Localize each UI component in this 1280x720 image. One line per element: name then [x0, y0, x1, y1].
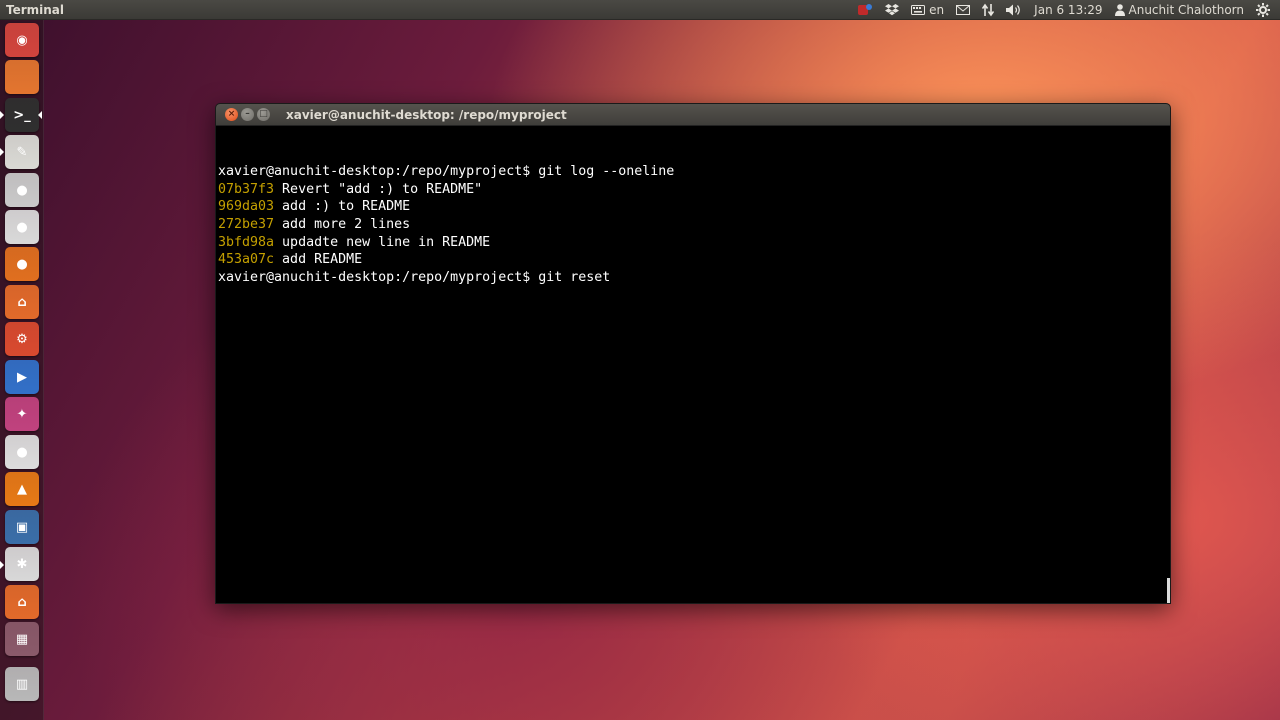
line-text: add README: [274, 252, 363, 268]
launcher-dvd[interactable]: ●: [5, 435, 39, 469]
user-name: Anuchit Chalothorn: [1128, 2, 1244, 17]
chrome-icon: ●: [16, 219, 28, 235]
running-indicator: [0, 561, 4, 569]
terminal-line: xavier@anuchit-desktop:/repo/myproject$ …: [218, 269, 1170, 287]
launcher-terminal[interactable]: >_: [5, 98, 39, 132]
line-text: updadte new line in README: [274, 234, 491, 250]
user-menu[interactable]: Anuchit Chalothorn: [1109, 0, 1250, 20]
mail-icon[interactable]: [950, 0, 976, 20]
keyboard-layout-label: en: [929, 2, 945, 17]
launcher-software-center[interactable]: ⌂: [5, 285, 39, 319]
line-text: xavier@anuchit-desktop:/repo/myproject$ …: [218, 164, 675, 180]
session-gear-icon[interactable]: [1250, 0, 1276, 20]
keyboard-icon: [911, 4, 926, 15]
dash-icon: ◉: [16, 32, 28, 48]
window-titlebar[interactable]: × – □ xavier@anuchit-desktop: /repo/mypr…: [216, 104, 1170, 126]
commit-hash: 3bfd98a: [218, 234, 275, 250]
terminal-line: 3bfd98a updadte new line in README: [218, 234, 1170, 252]
terminal-line: 07b37f3 Revert "add :) to README": [218, 181, 1170, 199]
terminal-output[interactable]: xavier@anuchit-desktop:/repo/myproject$ …: [216, 126, 1170, 603]
launcher-text-editor[interactable]: ✎: [5, 135, 39, 169]
text-editor-icon: ✎: [16, 144, 28, 160]
keyboard-layout-indicator[interactable]: en: [905, 0, 950, 20]
vlc-icon: ▲: [17, 481, 27, 497]
terminal-line: xavier@anuchit-desktop:/repo/myproject$ …: [218, 163, 1170, 181]
terminal-line: 272be37 add more 2 lines: [218, 216, 1170, 234]
disc-icon: ●: [16, 182, 28, 198]
home-folder-icon: ⌂: [17, 594, 27, 610]
line-text: add more 2 lines: [274, 216, 411, 232]
dropbox-icon[interactable]: [879, 0, 905, 20]
launcher: ◉ >_ ✎ ● ● ● ⌂ ⚙ ▶ ✦ ● ▲ ▣ ✱ ⌂ ▦ ▥: [0, 20, 44, 720]
launcher-firefox[interactable]: ●: [5, 247, 39, 281]
top-panel: Terminal en Jan 6 13:29 Anuchit Chalotho…: [0, 0, 1280, 20]
network-icon[interactable]: [976, 0, 1000, 20]
commit-hash: 07b37f3: [218, 181, 275, 197]
launcher-chrome[interactable]: ●: [5, 210, 39, 244]
launcher-files[interactable]: [5, 60, 39, 94]
running-indicator: [0, 148, 4, 156]
launcher-disc[interactable]: ●: [5, 173, 39, 207]
clock[interactable]: Jan 6 13:29: [1028, 0, 1108, 20]
launcher-network-tool[interactable]: ✱: [5, 547, 39, 581]
minimize-button[interactable]: –: [241, 108, 254, 121]
focused-indicator: [38, 111, 42, 119]
terminal-window[interactable]: × – □ xavier@anuchit-desktop: /repo/mypr…: [215, 103, 1171, 604]
remote-app-icon: ✦: [16, 406, 28, 422]
launcher-vlc[interactable]: ▲: [5, 472, 39, 506]
launcher-dash[interactable]: ◉: [5, 23, 39, 57]
scrollbar-thumb[interactable]: [1167, 578, 1170, 603]
dvd-icon: ●: [16, 444, 28, 460]
workspaces-icon: ▦: [15, 631, 29, 647]
launcher-home-folder[interactable]: ⌂: [5, 585, 39, 619]
commit-hash: 453a07c: [218, 252, 275, 268]
files-icon: [11, 66, 33, 88]
launcher-trash[interactable]: ▥: [5, 667, 39, 701]
launcher-media-player[interactable]: ▶: [5, 360, 39, 394]
running-indicator: [0, 111, 4, 119]
launcher-virtualbox[interactable]: ▣: [5, 510, 39, 544]
indicator-area: en Jan 6 13:29 Anuchit Chalothorn: [851, 0, 1280, 20]
launcher-remote-app[interactable]: ✦: [5, 397, 39, 431]
user-icon: [1114, 3, 1125, 16]
line-text: xavier@anuchit-desktop:/repo/myproject$ …: [218, 269, 611, 285]
media-player-icon: ▶: [17, 369, 27, 385]
window-title: xavier@anuchit-desktop: /repo/myproject: [286, 107, 567, 122]
update-notifier-icon[interactable]: [851, 0, 879, 20]
launcher-workspaces[interactable]: ▦: [5, 622, 39, 656]
terminal-line: 969da03 add :) to README: [218, 198, 1170, 216]
volume-icon[interactable]: [1000, 0, 1028, 20]
line-text: Revert "add :) to README": [274, 181, 483, 197]
firefox-icon: ●: [16, 256, 28, 272]
close-button[interactable]: ×: [225, 108, 238, 121]
commit-hash: 272be37: [218, 216, 275, 232]
software-center-icon: ⌂: [17, 294, 27, 310]
active-app-name: Terminal: [6, 2, 65, 17]
system-settings-icon: ⚙: [16, 331, 28, 347]
network-tool-icon: ✱: [16, 556, 28, 572]
trash-icon: ▥: [15, 676, 29, 692]
commit-hash: 969da03: [218, 199, 275, 215]
launcher-system-settings[interactable]: ⚙: [5, 322, 39, 356]
virtualbox-icon: ▣: [15, 519, 29, 535]
terminal-icon: >_: [13, 107, 31, 123]
maximize-button[interactable]: □: [257, 108, 270, 121]
line-text: add :) to README: [274, 199, 411, 215]
terminal-line: 453a07c add README: [218, 251, 1170, 269]
